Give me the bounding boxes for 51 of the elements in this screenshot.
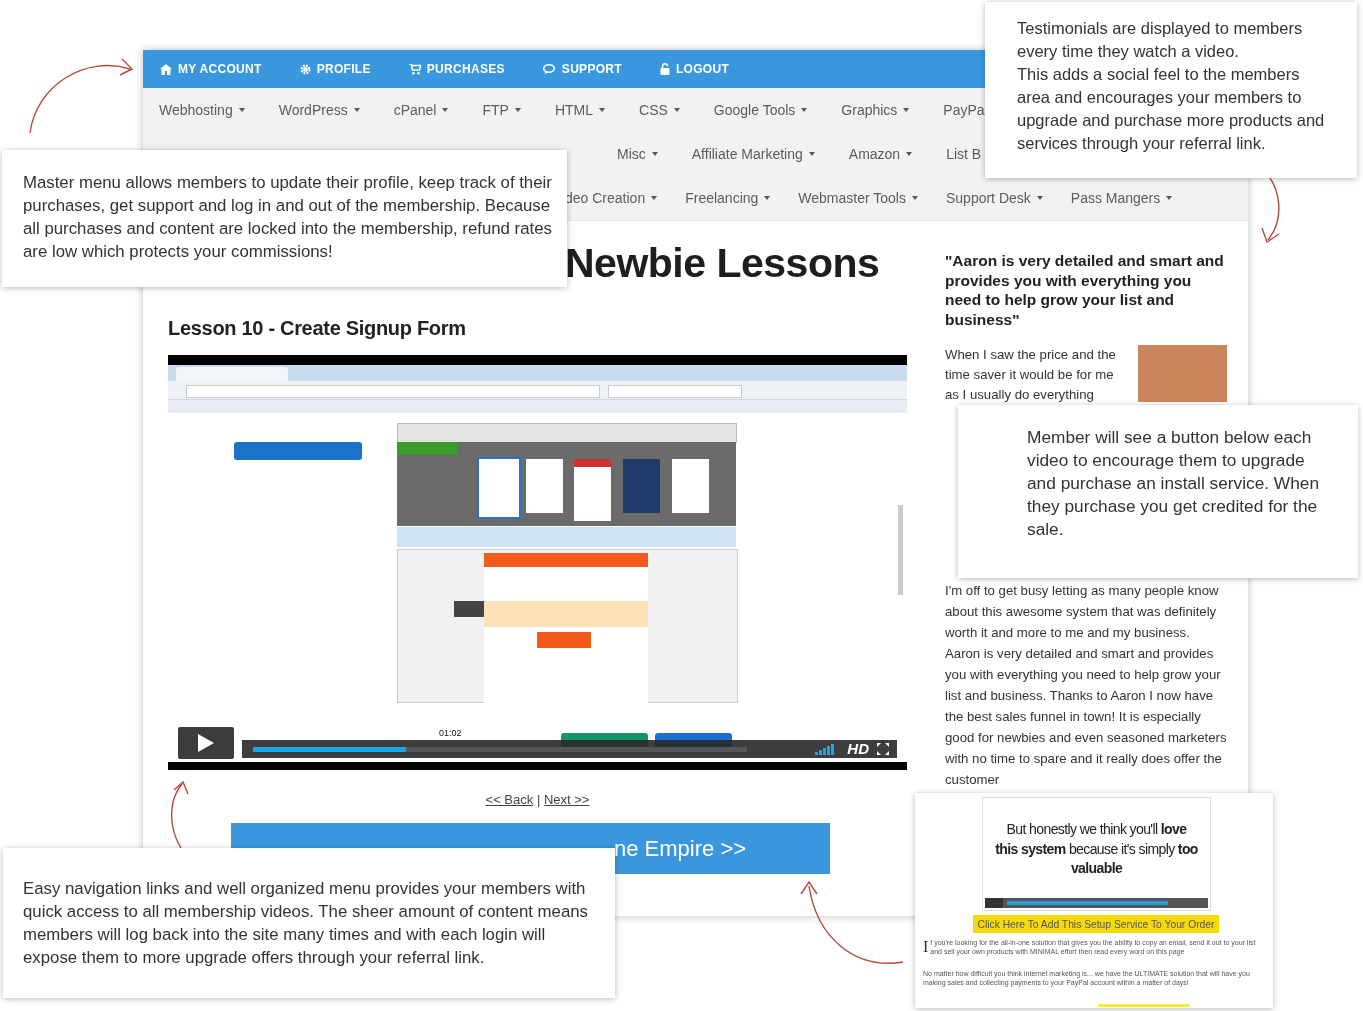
category-menu-item[interactable]: Webmaster Tools xyxy=(798,190,918,206)
menu-link[interactable]: PURCHASES xyxy=(408,62,505,76)
cart-icon xyxy=(408,63,421,75)
category-menu-item[interactable]: Graphics xyxy=(841,102,910,118)
next-link[interactable]: Next >> xyxy=(543,792,590,807)
category-menu-item[interactable]: CSS xyxy=(639,102,680,118)
testimonial-text: I'm off to get busy letting as many people know about this awesome system that was definitely worth it and more to me and my business. Aaron is very detailed and smart and provides you with everything you need to help grow your list and business. Thanks to Aaron I now have the best sales funnel in town! It is especially good for newbies and even seasoned marketers with no time to spare and it really does offer the customer xyxy=(945,582,1227,789)
category-menu-item[interactable]: PayPa xyxy=(943,102,985,118)
category-menu-item[interactable]: cPanel xyxy=(393,102,449,118)
page-title: Newbie Lessons xyxy=(565,239,881,287)
lesson-title: Lesson 10 - Create Signup Form xyxy=(168,317,467,340)
callout-text: Member will see a button below each video to encourage them to upgrade and purchase an install service. When they purchase you get credited for the sale. xyxy=(1027,426,1321,541)
video-caption: But honestly we think you'll love this system because it's simply too valuable xyxy=(994,820,1199,878)
callout-text: This adds a social feel to the members area and encourages your members to upgrade and purchase more products and services through your referral link. xyxy=(1017,64,1326,154)
play-button[interactable] xyxy=(178,727,234,759)
menu-link[interactable]: MY ACCOUNT xyxy=(160,62,262,76)
callout-text: Easy navigation links and well organized menu provides your members with quick access to all membership videos. The sheer amount of content means members will log back into the site many times and with each login will expose them to more upgrade offers through your referral link. xyxy=(23,878,589,969)
callout-text: Testimonials are displayed to members every time they watch a video. xyxy=(1017,18,1304,62)
category-menu-item[interactable]: HTML xyxy=(554,102,606,118)
pager-separator: | xyxy=(536,792,541,807)
category-menu-item[interactable]: FTP xyxy=(482,102,521,118)
gear-icon xyxy=(299,63,311,75)
category-menu-item[interactable]: Google Tools xyxy=(713,102,808,118)
category-menu-item[interactable]: Freelancing xyxy=(685,190,771,206)
menu-link[interactable]: SUPPORT xyxy=(542,62,622,76)
category-menu-item[interactable]: Pass Mangers xyxy=(1070,190,1173,206)
lock-icon xyxy=(659,63,670,75)
home-icon xyxy=(160,63,172,75)
category-menu-item[interactable]: Webhosting xyxy=(159,102,245,118)
testimonial-text: When I saw the price and the time saver it would be for me as I usually do everything xyxy=(945,346,1117,404)
category-menu-item[interactable]: Amazon xyxy=(848,146,913,162)
video-player[interactable]: 01:02 HD xyxy=(168,355,907,770)
category-menu-item[interactable]: WordPress xyxy=(278,102,360,118)
progress-track[interactable] xyxy=(253,747,747,752)
category-menu-item[interactable]: List B xyxy=(946,146,982,162)
testimonial-quote: "Aaron is very detailed and smart and provides you with everything you need to help grow your list and business" xyxy=(945,251,1225,329)
play-icon xyxy=(198,734,214,752)
back-link[interactable]: << Back xyxy=(485,792,534,807)
menu-link[interactable]: LOGOUT xyxy=(659,62,730,76)
category-menu-item[interactable]: Misc xyxy=(617,146,658,162)
category-menu-item[interactable]: Support Desk xyxy=(945,190,1043,206)
chat-icon xyxy=(542,63,556,75)
add-service-button[interactable]: Click Here To Add This Setup Service To Your Order xyxy=(973,915,1219,933)
drop-cap: I xyxy=(923,939,929,956)
volume-icon[interactable] xyxy=(815,744,835,755)
fullscreen-icon[interactable] xyxy=(877,743,889,755)
category-menu-item[interactable]: Affiliate Marketing xyxy=(691,146,815,162)
video-player[interactable]: But honestly we think you'll love this system because it's simply too valuable xyxy=(982,797,1211,911)
hd-toggle[interactable]: HD xyxy=(847,740,869,757)
menu-link[interactable]: PROFILE xyxy=(299,62,371,76)
callout-text: Master menu allows members to update their profile, keep track of their purchases, get support and log in and out of the membership. Because all purchases and content are locked into the membership, refund rates are low which protects your commissions! xyxy=(23,172,553,263)
